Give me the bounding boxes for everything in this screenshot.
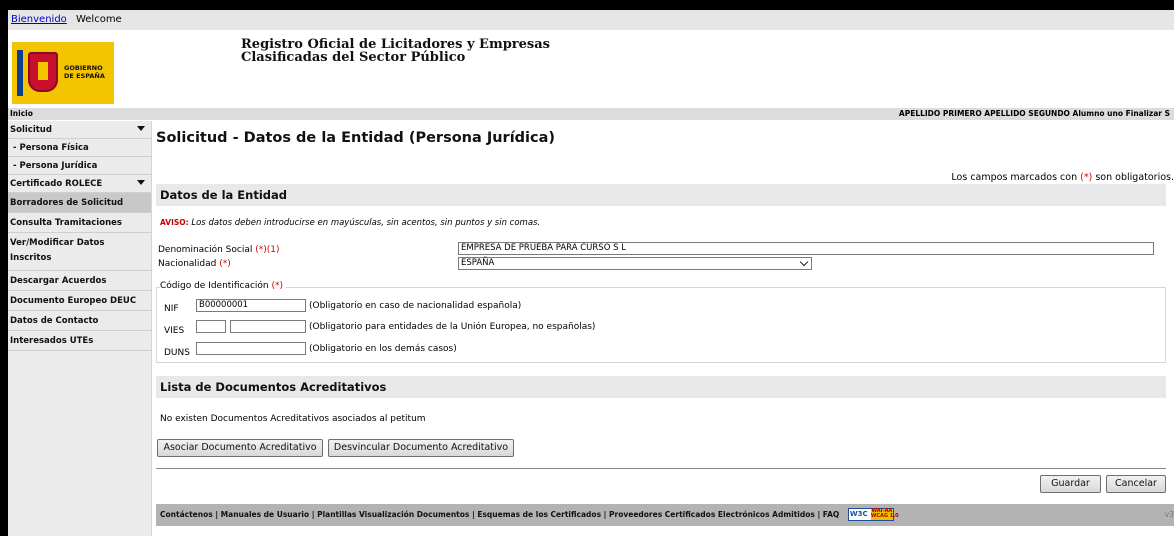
welcome-link[interactable]: Bienvenido bbox=[11, 14, 67, 25]
divider bbox=[156, 468, 1166, 469]
sidebar-item-utes[interactable]: Interesados UTEs bbox=[8, 331, 151, 351]
identification-fieldset bbox=[156, 287, 1166, 363]
sidebar-item-persona-fisica[interactable]: - Persona Física bbox=[8, 139, 151, 157]
asociar-documento-button[interactable]: Asociar Documento Acreditativo bbox=[157, 439, 323, 457]
duns-hint: (Obligatorio en los demás casos) bbox=[309, 344, 457, 354]
site-title-line-2: Clasificadas del Sector Público bbox=[241, 50, 466, 65]
duns-label: DUNS bbox=[164, 348, 190, 358]
eu-flag-icon bbox=[17, 50, 23, 96]
nacionalidad-select[interactable]: ESPAÑA bbox=[458, 257, 812, 270]
sidebar-item-consulta[interactable]: Consulta Tramitaciones bbox=[8, 213, 151, 233]
required-note: Los campos marcados con (*) son obligato… bbox=[951, 172, 1174, 183]
user-info: APELLIDO PRIMERO APELLIDO SEGUNDO Alumno… bbox=[898, 109, 1170, 118]
w3c-wai-badge-icon[interactable]: W3C WAI-AA WCAG 1.0 bbox=[847, 507, 899, 521]
sidebar-item-solicitud[interactable]: Solicitud bbox=[8, 121, 151, 139]
breadcrumb-bar: Inicio APELLIDO PRIMERO APELLIDO SEGUNDO… bbox=[8, 108, 1174, 120]
footer: Contáctenos | Manuales de Usuario | Plan… bbox=[156, 504, 1174, 526]
main-content: Solicitud - Datos de la Entidad (Persona… bbox=[156, 121, 1174, 536]
nif-hint: (Obligatorio en caso de nacionalidad esp… bbox=[309, 301, 522, 311]
nacionalidad-label: Nacionalidad (*) bbox=[158, 259, 231, 269]
denominacion-label: Denominación Social (*)(1) bbox=[158, 245, 280, 255]
logo-text: GOBIERNO DE ESPAÑA bbox=[64, 64, 105, 80]
cancelar-button[interactable]: Cancelar bbox=[1106, 475, 1166, 493]
sidebar-item-deuc[interactable]: Documento Europeo DEUC bbox=[8, 291, 151, 311]
chevron-down-icon bbox=[799, 257, 809, 267]
section-datos-entidad: Datos de la Entidad bbox=[156, 184, 1166, 206]
denominacion-input[interactable]: EMPRESA DE PRUEBA PARA CURSO S L bbox=[458, 242, 1154, 255]
duns-input[interactable] bbox=[196, 342, 306, 355]
sidebar-item-persona-juridica[interactable]: - Persona Jurídica bbox=[8, 157, 151, 175]
codigo-identificacion-legend: Código de Identificación (*) bbox=[160, 281, 287, 291]
version-label: v3 bbox=[1164, 510, 1174, 519]
footer-links[interactable]: Contáctenos | Manuales de Usuario | Plan… bbox=[160, 510, 839, 519]
sidebar-item-certificado[interactable]: Certificado ROLECE bbox=[8, 175, 151, 193]
browser-page: Bienvenido Welcome GOBIERNO DE ESPAÑA Re… bbox=[8, 10, 1174, 536]
desvincular-documento-button[interactable]: Desvincular Documento Acreditativo bbox=[328, 439, 514, 457]
vies-hint: (Obligatorio para entidades de la Unión … bbox=[309, 322, 596, 332]
site-title: Registro Oficial de Licitadores y Empres… bbox=[241, 38, 571, 94]
sidebar: Solicitud - Persona Física - Persona Jur… bbox=[8, 121, 152, 536]
section-documentos: Lista de Documentos Acreditativos bbox=[156, 376, 1166, 398]
sidebar-item-ver-modificar[interactable]: Ver/Modificar Datos Inscritos bbox=[8, 233, 151, 271]
page-title: Solicitud - Datos de la Entidad (Persona… bbox=[156, 130, 556, 146]
sidebar-item-contacto[interactable]: Datos de Contacto bbox=[8, 311, 151, 331]
warning-notice: AVISO: Los datos deben introducirse en m… bbox=[160, 218, 541, 228]
vies-country-input[interactable] bbox=[196, 320, 226, 333]
vies-label: VIES bbox=[164, 326, 185, 336]
coat-of-arms-icon bbox=[28, 52, 58, 92]
gobierno-logo: GOBIERNO DE ESPAÑA bbox=[12, 42, 114, 104]
top-bar: Bienvenido Welcome bbox=[8, 10, 1174, 30]
guardar-button[interactable]: Guardar bbox=[1040, 475, 1101, 493]
vies-number-input[interactable] bbox=[230, 320, 306, 333]
sidebar-item-borradores[interactable]: Borradores de Solicitud bbox=[8, 193, 151, 213]
welcome-text: Welcome bbox=[75, 14, 122, 25]
home-link[interactable]: Inicio bbox=[10, 108, 33, 120]
chevron-down-icon bbox=[137, 126, 145, 131]
sidebar-item-descargar[interactable]: Descargar Acuerdos bbox=[8, 271, 151, 291]
no-documents-message: No existen Documentos Acreditativos asoc… bbox=[160, 414, 426, 424]
nif-label: NIF bbox=[164, 304, 179, 314]
chevron-down-icon bbox=[137, 180, 145, 185]
nif-input[interactable]: B00000001 bbox=[196, 299, 306, 312]
header: GOBIERNO DE ESPAÑA Registro Oficial de L… bbox=[8, 30, 1174, 116]
